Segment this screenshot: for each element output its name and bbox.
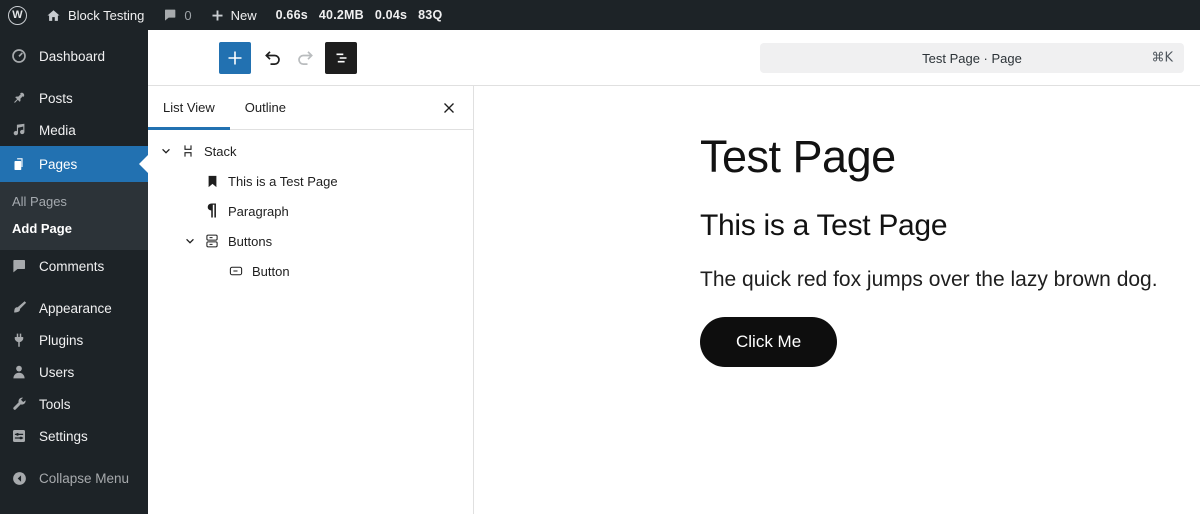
page-title[interactable]: Test Page: [700, 130, 1200, 184]
chevron-down-icon[interactable]: [156, 145, 176, 157]
settings-sliders-icon: [9, 427, 29, 445]
site-link[interactable]: Block Testing: [36, 0, 153, 30]
qm-time: 0.66s: [275, 8, 308, 22]
sidebar-item-collapse-menu[interactable]: Collapse Menu: [0, 462, 148, 494]
buttons-block-icon: [200, 232, 224, 250]
editor-canvas[interactable]: Test Page This is a Test Page The quick …: [475, 86, 1200, 514]
comment-bubble-icon: [162, 7, 178, 23]
command-center-bar[interactable]: Test Page · Page ⌘K: [760, 43, 1184, 73]
stack-block-icon: [176, 142, 200, 160]
tree-row-heading[interactable]: This is a Test Page: [148, 166, 473, 196]
comment-count: 0: [184, 7, 192, 23]
media-icon: [9, 121, 29, 139]
comments-shortcut[interactable]: 0: [153, 0, 200, 30]
heading-block-icon: [200, 173, 224, 190]
block-editor: Test Page · Page ⌘K List View Outline St…: [148, 30, 1200, 514]
sidebar-item-users[interactable]: Users: [0, 356, 148, 388]
sidebar-item-comments[interactable]: Comments: [0, 250, 148, 282]
sidebar-item-plugins[interactable]: Plugins: [0, 324, 148, 356]
paragraph-block-icon: ¶: [206, 200, 218, 221]
block-inserter-button[interactable]: [219, 41, 251, 74]
sidebar-item-tools[interactable]: Tools: [0, 388, 148, 420]
redo-icon: [298, 50, 313, 65]
submenu-add-page[interactable]: Add Page: [0, 215, 148, 242]
command-shortcut: ⌘K: [1151, 50, 1173, 66]
tree-row-buttons[interactable]: Buttons: [148, 226, 473, 256]
tab-list-view[interactable]: List View: [148, 86, 230, 130]
list-view-tab-bar: List View Outline: [148, 86, 473, 130]
user-icon: [9, 363, 29, 381]
comments-icon: [9, 257, 29, 275]
pages-icon: [9, 155, 29, 173]
active-menu-arrow: [139, 155, 148, 173]
close-list-view-button[interactable]: [433, 92, 465, 124]
admin-sidebar: Dashboard Posts Media Pages All Pages Ad…: [0, 30, 148, 514]
sidebar-item-posts[interactable]: Posts: [0, 82, 148, 114]
sidebar-item-pages[interactable]: Pages: [0, 146, 148, 182]
undo-button[interactable]: [257, 42, 289, 74]
list-view-icon: [336, 53, 347, 62]
wp-logo-menu[interactable]: W: [0, 0, 36, 30]
qm-db-time: 0.04s: [374, 8, 408, 22]
new-content-menu[interactable]: New: [201, 0, 266, 30]
close-icon: [444, 102, 454, 113]
new-label: New: [230, 7, 257, 23]
submenu-all-pages[interactable]: All Pages: [0, 188, 148, 215]
heading-block[interactable]: This is a Test Page: [700, 208, 1200, 244]
pushpin-icon: [9, 89, 29, 107]
plus-icon: [210, 8, 225, 23]
click-me-button[interactable]: Click Me: [700, 316, 838, 367]
tree-row-paragraph[interactable]: ¶ Paragraph: [148, 196, 473, 226]
plug-icon: [9, 331, 29, 349]
tab-outline[interactable]: Outline: [230, 86, 301, 129]
pages-submenu: All Pages Add Page: [0, 182, 148, 250]
sidebar-item-media[interactable]: Media: [0, 114, 148, 146]
sidebar-item-appearance[interactable]: Appearance: [0, 292, 148, 324]
document-title-crumb: Test Page · Page: [922, 50, 1022, 66]
editor-top-bar: Test Page · Page ⌘K: [148, 30, 1200, 86]
sidebar-item-dashboard[interactable]: Dashboard: [0, 40, 148, 72]
tree-row-stack[interactable]: Stack: [148, 136, 473, 166]
chevron-down-icon[interactable]: [180, 235, 200, 247]
undo-icon: [265, 50, 280, 65]
qm-memory: 40.2MB: [318, 8, 364, 22]
paintbrush-icon: [9, 299, 29, 317]
plus-icon: [228, 51, 242, 64]
button-block-icon: [224, 262, 248, 280]
post-content: Test Page This is a Test Page The quick …: [475, 86, 1200, 367]
dashboard-icon: [9, 47, 29, 65]
admin-bar: W Block Testing 0 New 0.66s 40.2MB 0.04s…: [0, 0, 1200, 30]
block-tree: Stack This is a Test Page ¶ Paragraph Bu…: [148, 130, 473, 286]
wrench-icon: [9, 395, 29, 413]
tree-row-button[interactable]: Button: [148, 256, 473, 286]
home-icon: [45, 7, 62, 24]
query-monitor-stats[interactable]: 0.66s 40.2MB 0.04s 83Q: [266, 8, 443, 22]
list-view-panel: List View Outline Stack This is a Test P…: [148, 86, 474, 514]
collapse-arrow-icon: [9, 470, 29, 487]
sidebar-item-settings[interactable]: Settings: [0, 420, 148, 452]
qm-queries: 83Q: [418, 8, 443, 22]
redo-button[interactable]: [289, 42, 321, 74]
paragraph-block[interactable]: The quick red fox jumps over the lazy br…: [700, 266, 1200, 295]
wordpress-logo-icon: W: [8, 5, 27, 25]
list-view-toggle-button[interactable]: [325, 41, 357, 74]
site-name: Block Testing: [68, 7, 145, 23]
